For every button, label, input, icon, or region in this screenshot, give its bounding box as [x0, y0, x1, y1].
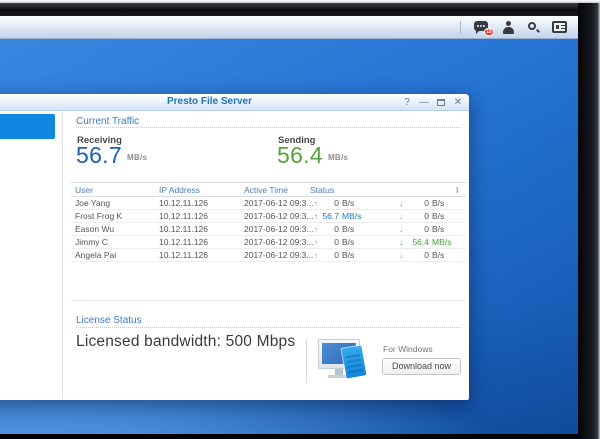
table-empty-area [71, 262, 466, 301]
maximize-button[interactable] [437, 99, 445, 106]
upload-arrow-icon: ↑ [314, 211, 318, 221]
download-arrow-icon: ↓ [399, 237, 403, 247]
upload-arrow-icon: ↑ [314, 250, 318, 260]
monitor-top-bezel [0, 3, 600, 16]
help-button[interactable]: ? [401, 95, 413, 111]
widgets-icon[interactable] [552, 21, 567, 33]
download-arrow-icon: ↓ [399, 198, 403, 208]
search-icon[interactable] [527, 21, 541, 34]
header-user[interactable]: User [71, 185, 159, 195]
traffic-table: User IP Address Active Time Status I Joe… [71, 182, 466, 301]
user-account-icon[interactable] [502, 20, 515, 34]
taskbar-separator [460, 20, 461, 34]
window-content: Current Traffic Receiving 56.7 MB/s Sendi… [62, 111, 469, 399]
sending-unit: MB/s [327, 153, 349, 162]
table-header-row: User IP Address Active Time Status I [71, 182, 466, 197]
header-active-time[interactable]: Active Time [244, 185, 310, 195]
table-row[interactable]: Joe Yang 10.12.11.126 2017-06-12 09:3...… [71, 197, 466, 210]
sidebar-item-selected[interactable] [0, 114, 55, 139]
table-row[interactable]: Eason Wu 10.12.11.126 2017-06-12 09:3...… [71, 223, 466, 236]
window-body: Current Traffic Receiving 56.7 MB/s Sendi… [0, 111, 469, 399]
header-ip[interactable]: IP Address [159, 185, 244, 195]
notification-badge: 15 [484, 27, 494, 36]
close-button[interactable]: ✕ [452, 95, 464, 111]
current-traffic-title: Current Traffic [76, 116, 140, 127]
window-titlebar[interactable]: Presto File Server ? — ✕ [0, 94, 469, 111]
receiving-unit: MB/s [126, 153, 148, 162]
window-sidebar [0, 111, 62, 399]
vertical-divider [306, 339, 307, 383]
upload-arrow-icon: ↑ [314, 198, 318, 208]
table-row[interactable]: Jimmy C 10.12.11.126 2017-06-12 09:3... … [71, 236, 466, 249]
upload-arrow-icon: ↑ [314, 237, 318, 247]
desktop-screen: 15 Presto File Server ? — ✕ Current Traf… [0, 16, 578, 434]
monitor-right-bezel [578, 3, 600, 439]
window-title: Presto File Server [166, 96, 253, 107]
upload-arrow-icon: ↑ [314, 224, 318, 234]
section-divider [76, 127, 461, 128]
desktop-client-icon [318, 339, 370, 385]
table-row[interactable]: Angela Pai 10.12.11.126 2017-06-12 09:3.… [71, 249, 466, 262]
download-arrow-icon: ↓ [399, 224, 403, 234]
receiving-value: 56.7 MB/s [76, 142, 148, 168]
window-controls: ? — ✕ [401, 94, 464, 111]
document-icon [341, 345, 367, 379]
download-arrow-icon: ↓ [399, 211, 403, 221]
monitor-photo: 15 Presto File Server ? — ✕ Current Traf… [0, 0, 600, 439]
header-truncated[interactable]: I [456, 185, 466, 195]
section-divider [76, 327, 461, 328]
taskbar: 15 [0, 16, 578, 39]
licensed-bandwidth-text: Licensed bandwidth: 500 Mbps [76, 333, 296, 350]
download-arrow-icon: ↓ [399, 250, 403, 260]
notifications-icon[interactable]: 15 [474, 20, 494, 36]
table-row[interactable]: Frost Frog K 10.12.11.126 2017-06-12 09:… [71, 210, 466, 223]
presto-file-server-window: Presto File Server ? — ✕ Current Traffic… [0, 94, 469, 400]
platform-label: For Windows [383, 344, 433, 354]
license-status-title: License Status [76, 315, 142, 326]
download-now-button[interactable]: Download now [382, 358, 462, 375]
sending-value: 56.4 MB/s [277, 142, 349, 168]
header-status[interactable]: Status [310, 185, 456, 195]
minimize-button[interactable]: — [418, 95, 430, 111]
